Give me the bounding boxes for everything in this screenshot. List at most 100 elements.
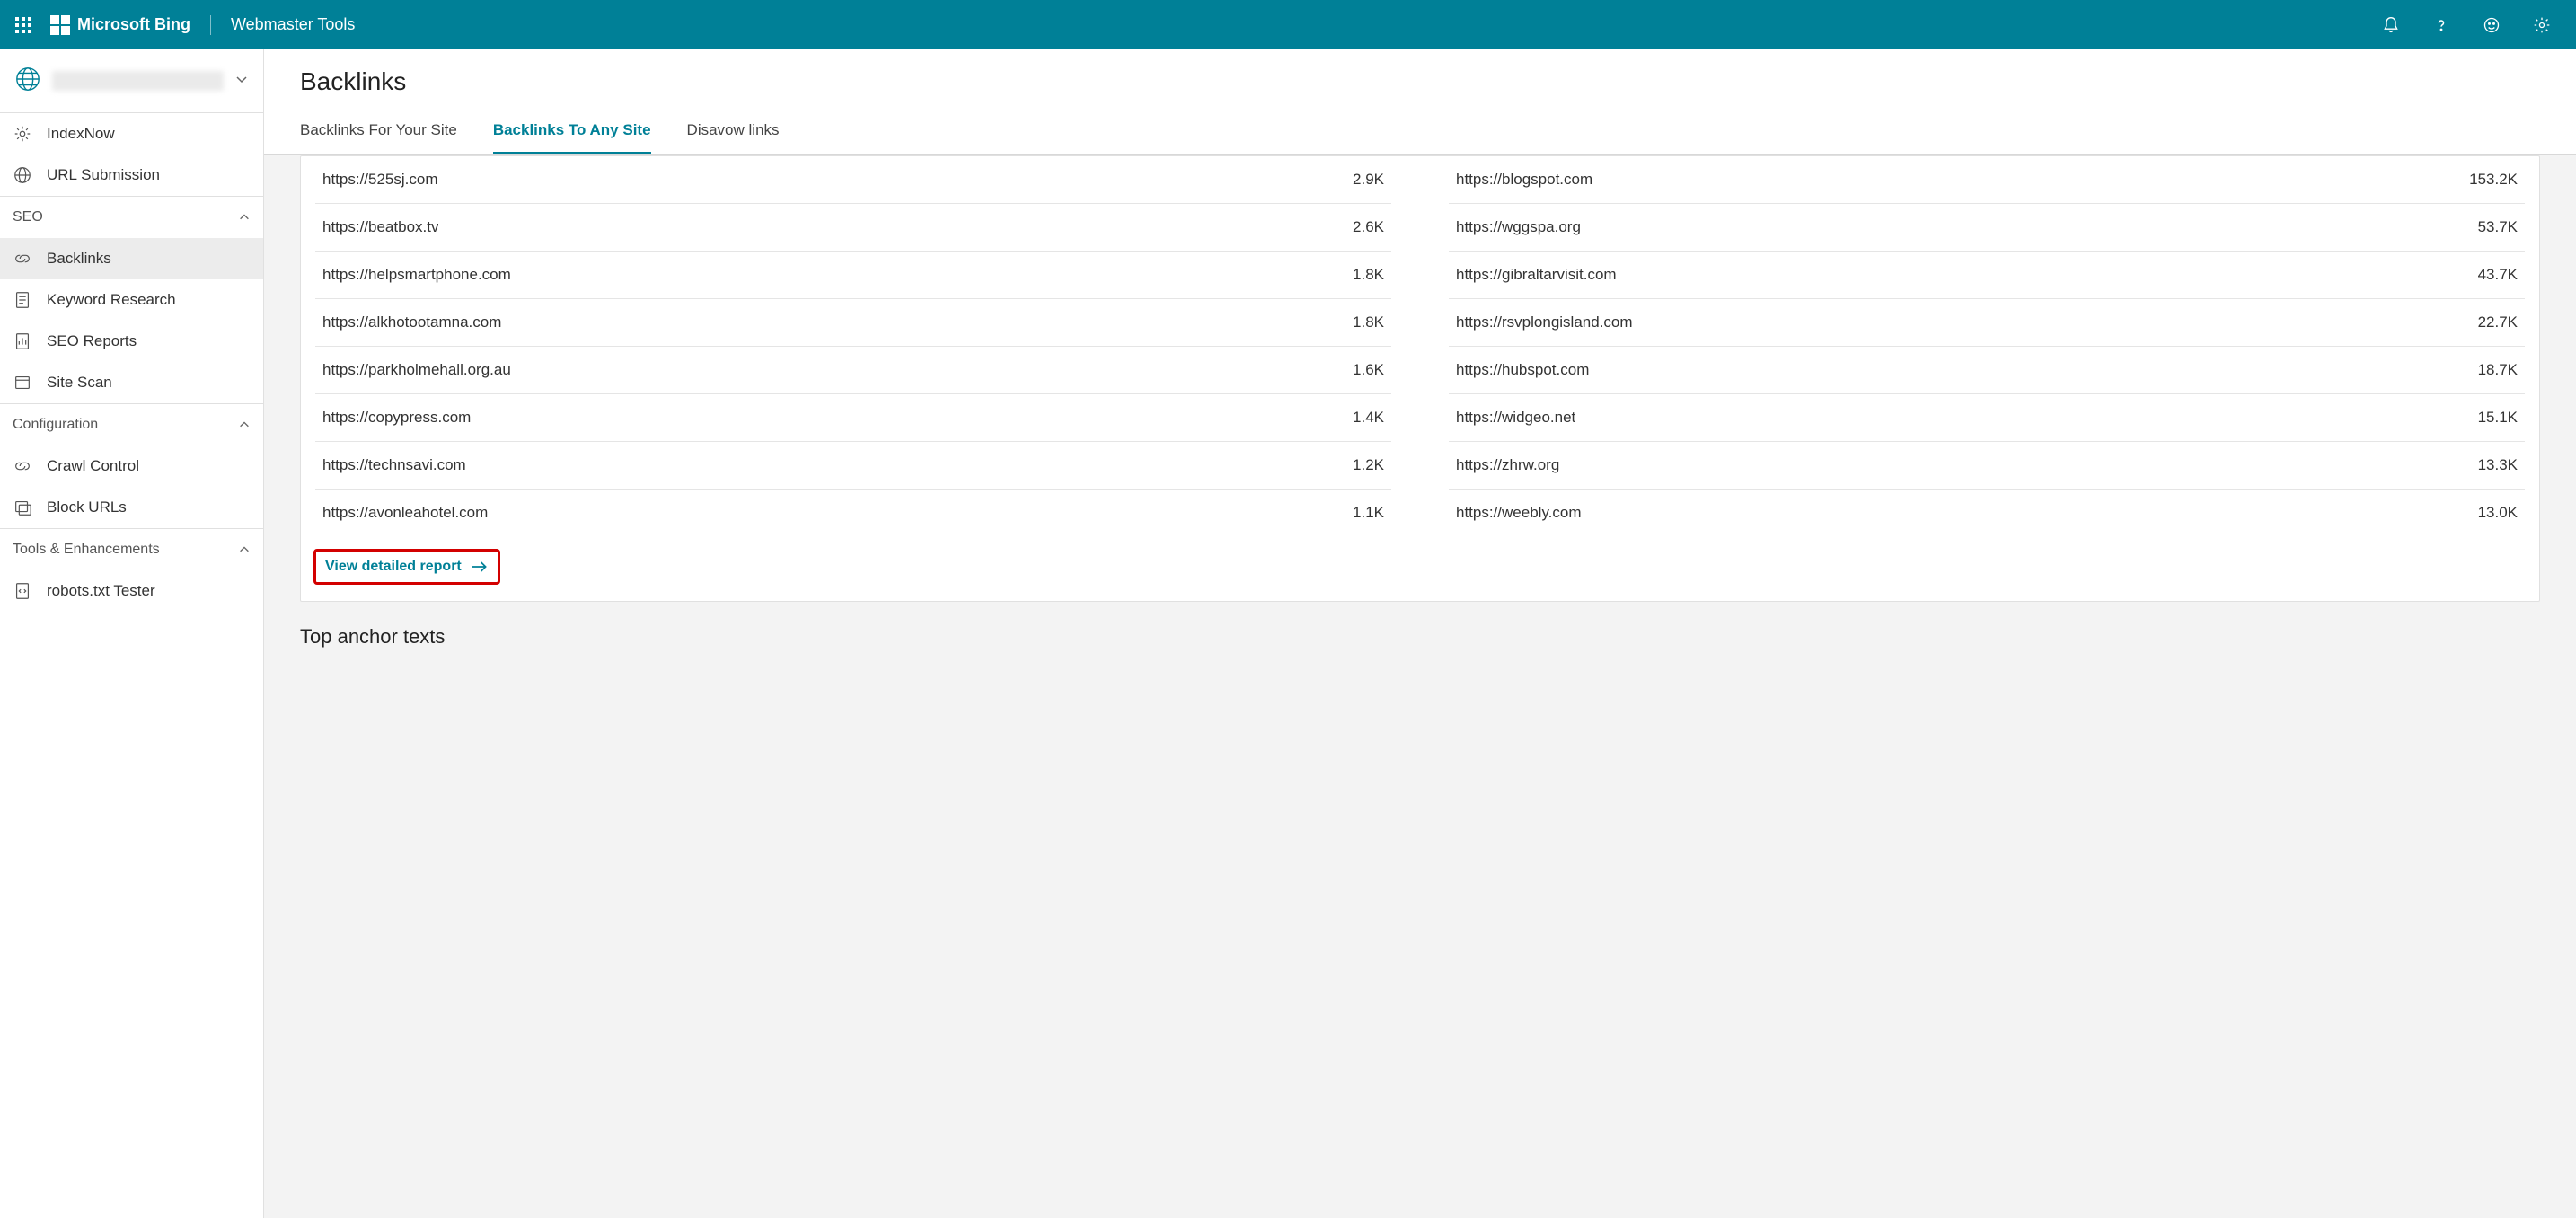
row-count: 15.1K bbox=[2478, 409, 2518, 427]
top-bar: Microsoft Bing Webmaster Tools bbox=[0, 0, 2576, 49]
view-detailed-report-link[interactable]: View detailed report bbox=[313, 549, 500, 585]
row-url: https://rsvplongisland.com bbox=[1456, 313, 1633, 331]
page-title: Backlinks bbox=[300, 67, 2540, 96]
row-count: 13.3K bbox=[2478, 456, 2518, 474]
row-count: 53.7K bbox=[2478, 218, 2518, 236]
feedback-icon[interactable] bbox=[2475, 9, 2508, 41]
sidebar-item-crawl-control[interactable]: Crawl Control bbox=[0, 446, 263, 487]
sidebar-item-backlinks[interactable]: Backlinks bbox=[0, 238, 263, 279]
row-url: https://525sj.com bbox=[322, 171, 438, 189]
sidebar-item-label: URL Submission bbox=[47, 166, 160, 184]
list-row[interactable]: https://copypress.com1.4K bbox=[315, 394, 1391, 442]
list-row[interactable]: https://hubspot.com18.7K bbox=[1449, 347, 2525, 394]
sidebar-item-label: robots.txt Tester bbox=[47, 582, 155, 600]
row-count: 2.9K bbox=[1353, 171, 1384, 189]
bing-logo-icon bbox=[50, 15, 70, 35]
list-row[interactable]: https://helpsmartphone.com 1.8K bbox=[315, 252, 1391, 299]
row-url: https://blogspot.com bbox=[1456, 171, 1592, 189]
top-bar-left: Microsoft Bing Webmaster Tools bbox=[9, 11, 355, 40]
chevron-up-icon bbox=[238, 211, 251, 224]
brand-text: Microsoft Bing bbox=[77, 15, 190, 34]
row-count: 1.8K bbox=[1353, 266, 1384, 284]
row-count: 18.7K bbox=[2478, 361, 2518, 379]
backlinks-lists: https://525sj.com2.9Khttps://beatbox.tv2… bbox=[301, 156, 2539, 536]
row-count: 43.7K bbox=[2478, 266, 2518, 284]
sidebar: IndexNow URL Submission SEO Backlinks Ke… bbox=[0, 49, 264, 1218]
link-icon bbox=[13, 249, 32, 269]
tabs: Backlinks For Your Site Backlinks To Any… bbox=[300, 112, 2540, 154]
row-count: 1.1K bbox=[1353, 504, 1384, 522]
backlinks-card: https://525sj.com2.9Khttps://beatbox.tv2… bbox=[300, 155, 2540, 602]
row-url: https://widgeo.net bbox=[1456, 409, 1575, 427]
row-count: 22.7K bbox=[2478, 313, 2518, 331]
list-row[interactable]: https://blogspot.com 153.2K bbox=[1449, 156, 2525, 204]
tab-backlinks-to-any-site[interactable]: Backlinks To Any Site bbox=[493, 112, 651, 154]
document-icon bbox=[13, 290, 32, 310]
site-picker[interactable] bbox=[0, 49, 263, 113]
backlinks-list-left: https://525sj.com 2.9K https://beatbox.tv2… bbox=[315, 156, 1391, 536]
list-row[interactable]: https://wggspa.org 53.7K bbox=[1449, 204, 2525, 252]
settings-icon[interactable] bbox=[2526, 9, 2558, 41]
list-row[interactable]: https://rsvplongisland.com 22.7K bbox=[1449, 299, 2525, 347]
list-row[interactable]: https://zhrw.org 13.3K bbox=[1449, 442, 2525, 490]
sidebar-item-keyword-research[interactable]: Keyword Research bbox=[0, 279, 263, 321]
sidebar-item-label: Keyword Research bbox=[47, 291, 176, 309]
list-row[interactable]: https://avonleahotel.com 1.1K bbox=[315, 490, 1391, 536]
list-row[interactable]: https://alkhotootamna.com1.8K bbox=[315, 299, 1391, 347]
row-url: https://avonleahotel.com bbox=[322, 504, 488, 522]
globe-icon bbox=[13, 165, 32, 185]
app-launcher-icon[interactable] bbox=[9, 11, 38, 40]
top-bar-right bbox=[2375, 9, 2567, 41]
product-name[interactable]: Webmaster Tools bbox=[231, 15, 355, 34]
row-url: https://beatbox.tv bbox=[322, 218, 438, 236]
row-url: https://weebly.com bbox=[1456, 504, 1582, 522]
chevron-up-icon bbox=[238, 543, 251, 556]
sidebar-item-site-scan[interactable]: Site Scan bbox=[0, 362, 263, 403]
code-file-icon bbox=[13, 581, 32, 601]
globe-icon bbox=[14, 66, 41, 96]
chevron-down-icon bbox=[234, 72, 249, 90]
sidebar-group-label: SEO bbox=[13, 209, 43, 225]
sidebar-item-indexnow[interactable]: IndexNow bbox=[0, 113, 263, 154]
brand[interactable]: Microsoft Bing bbox=[50, 15, 190, 35]
list-row[interactable]: https://weebly.com13.0K bbox=[1449, 490, 2525, 536]
notifications-icon[interactable] bbox=[2375, 9, 2407, 41]
row-url: https://helpsmartphone.com bbox=[322, 266, 511, 284]
backlinks-list-right: https://blogspot.com 153.2K https://wggspa… bbox=[1449, 156, 2525, 536]
sidebar-item-robots-tester[interactable]: robots.txt Tester bbox=[0, 570, 263, 612]
list-row[interactable]: https://beatbox.tv2.6K bbox=[315, 204, 1391, 252]
sidebar-group-configuration[interactable]: Configuration bbox=[0, 403, 263, 446]
row-url: https://zhrw.org bbox=[1456, 456, 1559, 474]
content-area: https://525sj.com2.9Khttps://beatbox.tv2… bbox=[264, 155, 2576, 684]
help-icon[interactable] bbox=[2425, 9, 2457, 41]
row-count: 1.8K bbox=[1353, 313, 1384, 331]
sidebar-group-seo[interactable]: SEO bbox=[0, 196, 263, 238]
tab-backlinks-for-your-site[interactable]: Backlinks For Your Site bbox=[300, 112, 457, 154]
row-count: 1.2K bbox=[1353, 456, 1384, 474]
row-count: 1.4K bbox=[1353, 409, 1384, 427]
sidebar-item-block-urls[interactable]: Block URLs bbox=[0, 487, 263, 528]
list-row[interactable]: https://widgeo.net 15.1K bbox=[1449, 394, 2525, 442]
divider bbox=[210, 15, 211, 35]
row-url: https://gibraltarvisit.com bbox=[1456, 266, 1617, 284]
list-row[interactable]: https://525sj.com 2.9K bbox=[315, 156, 1391, 204]
sidebar-item-seo-reports[interactable]: SEO Reports bbox=[0, 321, 263, 362]
sidebar-group-label: Configuration bbox=[13, 417, 98, 433]
scan-icon bbox=[13, 373, 32, 393]
list-row[interactable]: https://technsavi.com1.2K bbox=[315, 442, 1391, 490]
main-header: Backlinks Backlinks For Your Site Backli… bbox=[264, 49, 2576, 155]
top-anchor-texts-title: Top anchor texts bbox=[300, 625, 2540, 649]
block-icon bbox=[13, 498, 32, 517]
sidebar-group-label: Tools & Enhancements bbox=[13, 542, 160, 558]
sidebar-group-tools[interactable]: Tools & Enhancements bbox=[0, 528, 263, 570]
list-row[interactable]: https://gibraltarvisit.com 43.7K bbox=[1449, 252, 2525, 299]
report-icon bbox=[13, 331, 32, 351]
view-detailed-report-label: View detailed report bbox=[325, 559, 462, 575]
row-count: 153.2K bbox=[2469, 171, 2518, 189]
row-url: https://wggspa.org bbox=[1456, 218, 1581, 236]
tab-disavow-links[interactable]: Disavow links bbox=[687, 112, 780, 154]
list-row[interactable]: https://parkholmehall.org.au1.6K bbox=[315, 347, 1391, 394]
sidebar-item-label: Block URLs bbox=[47, 499, 127, 516]
sidebar-item-url-submission[interactable]: URL Submission bbox=[0, 154, 263, 196]
sidebar-item-label: IndexNow bbox=[47, 125, 115, 143]
